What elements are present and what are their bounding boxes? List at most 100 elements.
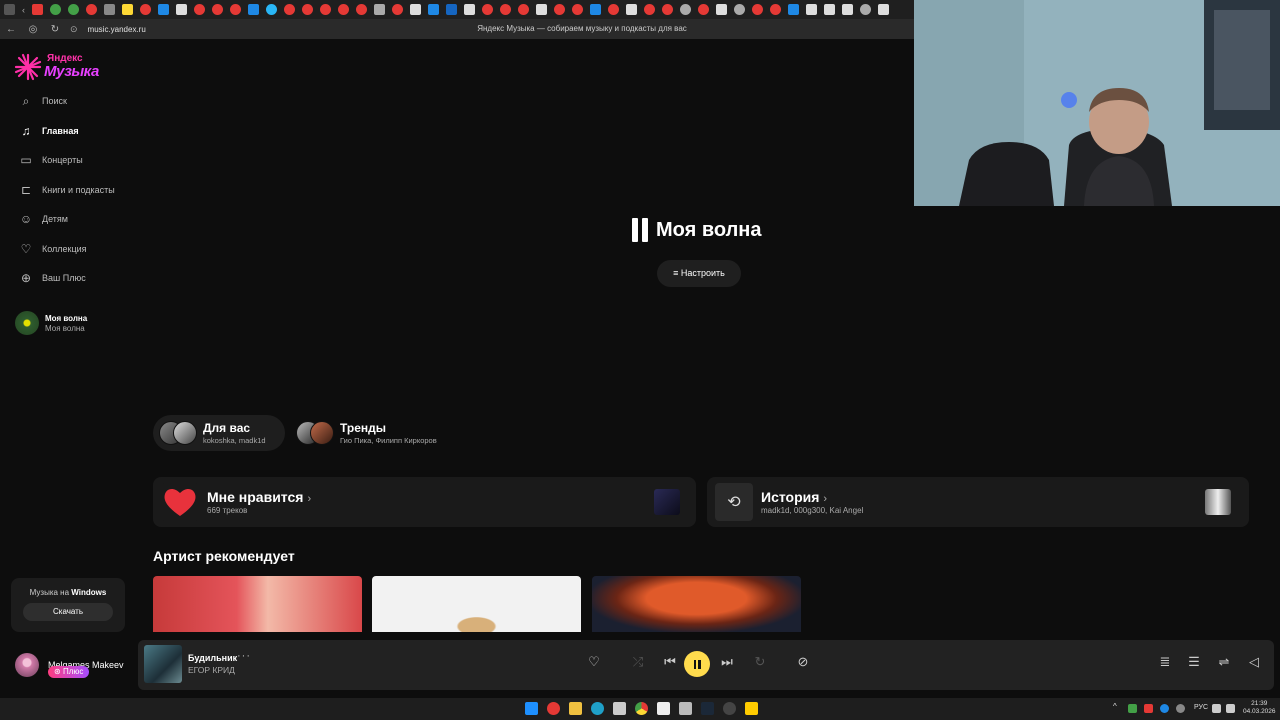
tab-icon[interactable] <box>806 4 817 15</box>
tab-icon[interactable] <box>680 4 691 15</box>
tab-icon[interactable] <box>446 4 457 15</box>
sidebar-item-concerts[interactable]: ▭ Концерты <box>18 151 82 169</box>
dislike-icon[interactable]: ⊘ <box>793 654 813 670</box>
tab-icon[interactable] <box>842 4 853 15</box>
sidebar-item-kids[interactable]: ☺ Детям <box>18 210 68 228</box>
tab-icon[interactable] <box>104 4 115 15</box>
microphone-icon[interactable] <box>1176 704 1185 713</box>
tab-icon[interactable] <box>662 4 673 15</box>
artist-recommend-tile[interactable] <box>153 576 362 632</box>
tab-icon[interactable] <box>644 4 655 15</box>
language-indicator[interactable]: РУС <box>1194 704 1208 711</box>
avatar[interactable] <box>15 653 39 677</box>
sidebar-my-wave[interactable]: Моя волна Моя волна <box>15 311 87 335</box>
chrome-icon[interactable] <box>635 702 648 715</box>
tab-icon[interactable] <box>410 4 421 15</box>
tray-expand-icon[interactable]: ^ <box>1113 702 1121 715</box>
tab-icon[interactable] <box>464 4 475 15</box>
track-title[interactable]: Будильник <box>188 653 237 663</box>
artist-recommend-tile[interactable] <box>372 576 581 632</box>
tab-icon[interactable] <box>698 4 709 15</box>
explorer-icon[interactable] <box>569 702 582 715</box>
tab-icon[interactable] <box>302 4 313 15</box>
tune-button[interactable]: ≡ Настроить <box>657 260 741 287</box>
windows-start-icon[interactable] <box>525 702 538 715</box>
queue-icon[interactable]: ☰ <box>1184 654 1204 670</box>
tab-icon[interactable] <box>158 4 169 15</box>
tab-icon[interactable] <box>194 4 205 15</box>
tab-icon[interactable] <box>140 4 151 15</box>
tab-icon[interactable] <box>230 4 241 15</box>
tab-icon[interactable] <box>734 4 745 15</box>
tab-icon[interactable] <box>626 4 637 15</box>
my-wave-player[interactable]: Моя волна <box>632 218 762 242</box>
tab-icon[interactable] <box>284 4 295 15</box>
tab-icon[interactable] <box>320 4 331 15</box>
obs-icon[interactable] <box>723 702 736 715</box>
artist-recommend-tile[interactable] <box>592 576 801 632</box>
repeat-icon[interactable]: ↻ <box>750 654 770 670</box>
tab-icon[interactable] <box>500 4 511 15</box>
tab-icon[interactable] <box>716 4 727 15</box>
pause-button[interactable] <box>684 651 710 677</box>
edge-icon[interactable] <box>591 702 604 715</box>
speaker-icon[interactable] <box>1226 704 1235 713</box>
tab-icon[interactable] <box>752 4 763 15</box>
store-icon[interactable] <box>613 702 626 715</box>
tab-icon[interactable] <box>878 4 889 15</box>
sidebar-item-home[interactable]: ♫ Главная <box>18 122 79 140</box>
yandex-music-taskbar-icon[interactable] <box>745 702 758 715</box>
next-icon[interactable]: ⏭ <box>717 654 737 670</box>
tab-icon[interactable] <box>212 4 223 15</box>
tab-icon[interactable] <box>482 4 493 15</box>
previous-icon[interactable]: ⏮ <box>660 654 680 670</box>
yandex-browser-icon[interactable] <box>547 702 560 715</box>
shuffle-icon[interactable]: ⤮ <box>628 654 648 670</box>
tab-icon[interactable] <box>608 4 619 15</box>
like-icon[interactable]: ♡ <box>584 654 604 670</box>
tab-icon[interactable] <box>32 4 43 15</box>
user-profile[interactable]: Melgames Makeev ⊛ Плюс <box>15 653 124 678</box>
tab-icon[interactable] <box>860 4 871 15</box>
tab-icon[interactable] <box>824 4 835 15</box>
volume-icon[interactable]: ◁ <box>1244 654 1264 670</box>
pause-icon[interactable] <box>632 218 648 242</box>
bluetooth-icon[interactable] <box>1160 704 1169 713</box>
clock[interactable]: 21:39 04.03.2026 <box>1243 700 1276 716</box>
tab-icon[interactable] <box>518 4 529 15</box>
equalizer-icon[interactable]: ⇌ <box>1214 654 1234 670</box>
tab-icon[interactable] <box>86 4 97 15</box>
network-icon[interactable] <box>1212 704 1221 713</box>
lyrics-icon[interactable]: ≣ <box>1155 654 1175 670</box>
tab-icon[interactable] <box>374 4 385 15</box>
tab-icon[interactable] <box>176 4 187 15</box>
tab-icon[interactable] <box>788 4 799 15</box>
browser-menu-icon[interactable] <box>4 4 15 15</box>
app-icon[interactable] <box>679 702 692 715</box>
tab-icon[interactable] <box>248 4 259 15</box>
sidebar-item-search[interactable]: ⌕ Поиск <box>18 92 67 110</box>
track-cover[interactable] <box>144 645 182 683</box>
tab-icon[interactable] <box>356 4 367 15</box>
tab-icon[interactable] <box>392 4 403 15</box>
tray-app-icon[interactable] <box>1144 704 1153 713</box>
tray-app-icon[interactable] <box>1128 704 1137 713</box>
tab-icon[interactable] <box>338 4 349 15</box>
steam-icon[interactable] <box>701 702 714 715</box>
history-card[interactable]: ⟲ История › madk1d, 000g300, Kai Angel <box>707 477 1249 527</box>
tab-icon[interactable] <box>536 4 547 15</box>
tab-icon[interactable] <box>122 4 133 15</box>
tab-icon[interactable] <box>266 4 277 15</box>
tab-icon[interactable] <box>428 4 439 15</box>
liked-tracks-card[interactable]: Мне нравится › 669 треков <box>153 477 696 527</box>
tab-icon[interactable] <box>554 4 565 15</box>
chip-for-you[interactable]: Для вас kokoshka, madk1d <box>153 415 285 451</box>
tab-icon[interactable] <box>590 4 601 15</box>
tab-icon[interactable] <box>68 4 79 15</box>
tabs-back-icon[interactable]: ‹ <box>22 5 25 15</box>
tab-icon[interactable] <box>770 4 781 15</box>
sidebar-item-books[interactable]: ⊏ Книги и подкасты <box>18 181 115 199</box>
tab-icon[interactable] <box>572 4 583 15</box>
sidebar-item-plus[interactable]: ⊕ Ваш Плюс <box>18 269 86 287</box>
notepad-icon[interactable] <box>657 702 670 715</box>
